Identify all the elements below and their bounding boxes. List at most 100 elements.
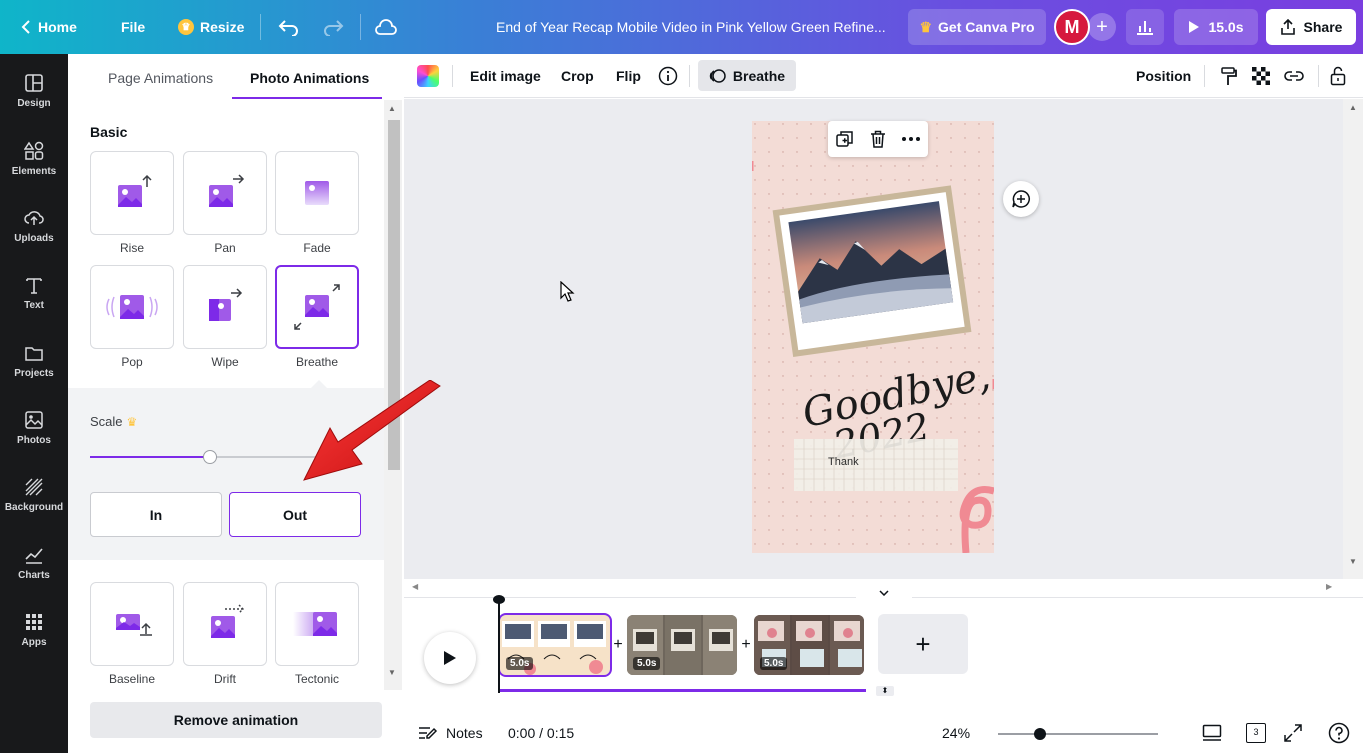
timeline-clip-2[interactable]: 5.0s	[627, 615, 737, 675]
fullscreen-button[interactable]	[1284, 713, 1302, 753]
help-button[interactable]	[1328, 713, 1350, 753]
scale-slider-handle[interactable]	[202, 450, 217, 464]
color-button[interactable]	[417, 54, 439, 98]
get-pro-button[interactable]: ♛ Get Canva Pro	[908, 9, 1046, 45]
pages-icon: 3	[1246, 723, 1266, 743]
info-button[interactable]	[658, 54, 678, 98]
edit-image-button[interactable]: Edit image	[470, 54, 541, 98]
undo-icon	[278, 20, 298, 36]
scale-label: Scale ♛	[90, 414, 137, 429]
direction-out-button[interactable]: Out	[229, 492, 361, 537]
undo-button[interactable]	[278, 0, 300, 54]
divider	[689, 65, 690, 87]
charts-icon	[25, 548, 43, 564]
notes-button[interactable]: Notes	[418, 713, 483, 753]
scroll-down-icon[interactable]: ▼	[1349, 557, 1357, 566]
animate-icon	[709, 68, 726, 83]
animate-button[interactable]: Breathe	[698, 60, 796, 91]
resize-button[interactable]: ♛ Resize	[178, 0, 244, 54]
animation-wipe[interactable]	[183, 265, 267, 349]
rail-item-photos[interactable]: Photos	[0, 397, 68, 459]
add-page-button[interactable]: +	[878, 614, 968, 674]
rail-item-projects[interactable]: Projects	[0, 330, 68, 392]
canvas-vertical-scrollbar[interactable]: ▲ ▼	[1343, 99, 1363, 579]
rail-item-apps[interactable]: Apps	[0, 599, 68, 661]
cloud-save-button[interactable]	[374, 0, 398, 54]
scroll-up-icon[interactable]: ▲	[388, 104, 396, 113]
avatar[interactable]: M	[1054, 9, 1090, 45]
divider	[360, 14, 361, 40]
animation-pan[interactable]	[183, 151, 267, 235]
zoom-percentage[interactable]: 24%	[942, 713, 970, 753]
lock-button[interactable]	[1330, 54, 1346, 98]
add-user-button[interactable]: +	[1088, 13, 1116, 41]
uploads-icon	[24, 211, 44, 225]
remove-animation-button[interactable]: Remove animation	[90, 702, 382, 738]
grid-view-button[interactable]	[1202, 713, 1222, 753]
share-button[interactable]: Share	[1266, 9, 1356, 45]
home-button[interactable]: Home	[20, 0, 77, 54]
pan-icon	[209, 174, 245, 207]
timeline-resize-handle[interactable]: ⬍	[876, 686, 894, 696]
playhead-handle[interactable]	[493, 595, 505, 604]
crop-label: Crop	[561, 68, 594, 84]
zoom-slider-track[interactable]	[998, 733, 1158, 735]
scroll-right-icon[interactable]: ▶	[1326, 582, 1332, 591]
link-button[interactable]	[1284, 54, 1304, 98]
divider	[260, 14, 261, 40]
pages-button[interactable]: 3	[1246, 713, 1266, 753]
document-title[interactable]: End of Year Recap Mobile Video in Pink Y…	[496, 0, 886, 54]
animation-tectonic[interactable]	[275, 582, 359, 666]
baseline-icon	[116, 614, 152, 636]
animation-baseline[interactable]	[90, 582, 174, 666]
trash-icon[interactable]	[870, 130, 886, 148]
position-button[interactable]: Position	[1136, 54, 1191, 98]
timeline-clip-3[interactable]: 5.0s	[754, 615, 864, 675]
divider	[1318, 65, 1319, 87]
rail-item-charts[interactable]: Charts	[0, 532, 68, 594]
present-button[interactable]: 15.0s	[1174, 9, 1258, 45]
animation-label: Pan	[214, 241, 236, 255]
rail-item-elements[interactable]: Elements	[0, 128, 68, 190]
animation-label: Breathe	[295, 355, 339, 369]
add-transition-button[interactable]: +	[739, 636, 753, 654]
tab-page-animations[interactable]: Page Animations	[108, 70, 213, 86]
rail-item-uploads[interactable]: Uploads	[0, 195, 68, 257]
rail-item-design[interactable]: Design	[0, 60, 68, 122]
playhead[interactable]	[498, 597, 500, 693]
scroll-left-icon[interactable]: ◀	[412, 582, 418, 591]
tab-photo-animations[interactable]: Photo Animations	[250, 70, 369, 86]
timeline-clip-1[interactable]: 5.0s	[498, 613, 612, 677]
transparency-button[interactable]	[1252, 54, 1270, 98]
flip-button[interactable]: Flip	[616, 54, 641, 98]
animation-drift[interactable]	[183, 582, 267, 666]
plus-icon: +	[1096, 15, 1108, 38]
rail-item-text[interactable]: Text	[0, 262, 68, 324]
scroll-up-icon[interactable]: ▲	[1349, 103, 1357, 112]
play-timeline-button[interactable]	[424, 632, 476, 684]
crop-button[interactable]: Crop	[561, 54, 594, 98]
file-menu[interactable]: File	[121, 0, 145, 54]
add-comment-button[interactable]	[1003, 181, 1039, 217]
add-transition-button[interactable]: +	[611, 636, 625, 654]
scroll-down-icon[interactable]: ▼	[388, 668, 396, 677]
more-icon[interactable]	[902, 137, 920, 141]
animation-label: Fade	[303, 241, 331, 255]
animation-rise[interactable]	[90, 151, 174, 235]
canvas-note-text[interactable]: Thank	[828, 456, 859, 468]
copy-style-button[interactable]	[1220, 54, 1238, 98]
direction-in-button[interactable]: In	[90, 492, 222, 537]
redo-button[interactable]	[322, 0, 344, 54]
animation-pop[interactable]	[90, 265, 174, 349]
animation-label: Rise	[119, 241, 144, 255]
duplicate-icon[interactable]	[836, 130, 854, 148]
zoom-slider-handle[interactable]	[1034, 728, 1046, 740]
insights-button[interactable]	[1126, 9, 1164, 45]
animation-fade[interactable]	[275, 151, 359, 235]
notes-label: Notes	[446, 725, 483, 741]
transparency-icon	[1252, 67, 1270, 85]
rail-item-background[interactable]: Background	[0, 464, 68, 526]
design-page[interactable]: Goodbye, 2022 Thank	[752, 121, 994, 553]
collapse-timeline-button[interactable]	[856, 586, 912, 600]
animation-breathe[interactable]	[275, 265, 359, 349]
